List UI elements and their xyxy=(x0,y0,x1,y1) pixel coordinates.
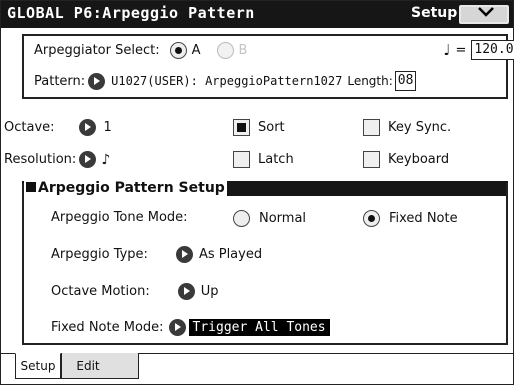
length-field[interactable]: 08 xyxy=(394,71,417,91)
fixed-note-mode-arrow-icon[interactable] xyxy=(168,319,186,336)
octave-motion-row: Octave Motion: Up xyxy=(51,283,219,300)
page-menu-button[interactable] xyxy=(459,5,509,24)
fixed-note-mode-row: Fixed Note Mode: Trigger All Tones xyxy=(51,319,330,336)
pattern-label: Pattern: xyxy=(34,73,86,89)
arpeggiator-a-label: A xyxy=(191,42,201,58)
arpeggiator-a-radio[interactable] xyxy=(169,41,187,59)
keyboard-label: Keyboard xyxy=(388,152,450,167)
keyboard-checkbox[interactable] xyxy=(363,151,380,168)
resolution-note-icon[interactable]: ♪ xyxy=(101,152,110,168)
resolution-label: Resolution: xyxy=(4,152,77,167)
tab-edit-label: Edit xyxy=(76,358,100,373)
sort-option: Sort xyxy=(233,119,285,136)
tone-mode-normal-radio[interactable] xyxy=(233,210,250,227)
fixed-note-mode-value[interactable]: Trigger All Tones xyxy=(188,319,330,336)
page-title: GLOBAL P6:Arpeggio Pattern xyxy=(7,4,255,22)
sort-checkbox[interactable] xyxy=(233,119,250,136)
arpeggio-pattern-screen: GLOBAL P6:Arpeggio Pattern Setup Arpeggi… xyxy=(0,0,514,385)
sort-label: Sort xyxy=(258,120,285,135)
tone-mode-fixed-option: Fixed Note xyxy=(363,210,458,227)
resolution-row: Resolution: ♪ xyxy=(4,151,110,168)
latch-checkbox[interactable] xyxy=(233,151,250,168)
pattern-row: Pattern: U1027(USER): ArpeggioPattern102… xyxy=(34,71,417,91)
octave-motion-value[interactable]: Up xyxy=(201,284,219,299)
arpeggio-type-row: Arpeggio Type: As Played xyxy=(51,246,262,263)
tone-mode-row: Arpeggio Tone Mode: xyxy=(51,210,188,225)
octave-value[interactable]: 1 xyxy=(104,120,112,135)
tone-mode-fixed-radio[interactable] xyxy=(363,210,380,227)
arpeggiator-select-label: Arpeggiator Select: xyxy=(34,42,160,58)
chevron-down-icon xyxy=(477,5,495,23)
arpeggio-type-arrow-icon[interactable] xyxy=(175,246,193,263)
key-sync-label: Key Sync. xyxy=(388,120,452,135)
octave-motion-arrow-icon[interactable] xyxy=(177,283,195,300)
section-title: Arpeggio Pattern Setup xyxy=(24,179,227,197)
tempo-equals: = xyxy=(455,42,467,58)
arpeggiator-select-row: Arpeggiator Select: A B ♩ = 120.00 xyxy=(34,40,514,60)
arpeggiator-box: Arpeggiator Select: A B ♩ = 120.00 Patte… xyxy=(22,34,514,99)
section-title-text: Arpeggio Pattern Setup xyxy=(38,180,225,196)
key-sync-checkbox[interactable] xyxy=(363,119,380,136)
arpeggio-type-value[interactable]: As Played xyxy=(199,247,262,262)
key-sync-option: Key Sync. xyxy=(363,119,451,136)
octave-motion-label: Octave Motion: xyxy=(51,284,150,299)
latch-option: Latch xyxy=(233,151,294,168)
keyboard-option: Keyboard xyxy=(363,151,449,168)
title-bar: GLOBAL P6:Arpeggio Pattern Setup xyxy=(1,1,513,28)
tempo-note-icon: ♩ xyxy=(443,41,451,59)
octave-row: Octave: 1 xyxy=(4,119,112,136)
latch-label: Latch xyxy=(258,152,294,167)
fixed-note-mode-label: Fixed Note Mode: xyxy=(51,320,164,335)
tone-mode-normal-label: Normal xyxy=(259,211,307,226)
arpeggiator-b-radio[interactable] xyxy=(216,41,234,59)
tone-mode-normal-option: Normal xyxy=(233,210,306,227)
arpeggio-type-label: Arpeggio Type: xyxy=(51,247,148,262)
tab-setup[interactable]: Setup xyxy=(15,353,61,379)
tab-setup-label: Setup xyxy=(20,359,56,373)
arpeggiator-b-label: B xyxy=(238,42,248,58)
resolution-arrow-icon[interactable] xyxy=(79,151,97,168)
pattern-popup-arrow-icon[interactable] xyxy=(88,72,106,90)
tone-mode-label: Arpeggio Tone Mode: xyxy=(51,210,188,225)
pattern-value[interactable]: U1027(USER): ArpeggioPattern1027 xyxy=(111,74,342,88)
tempo-field[interactable]: 120.00 xyxy=(471,40,514,60)
tone-mode-fixed-label: Fixed Note xyxy=(389,211,458,226)
page-menu-label: Setup xyxy=(411,5,458,21)
octave-arrow-icon[interactable] xyxy=(78,119,96,136)
length-label: Length: xyxy=(347,74,393,88)
octave-label: Octave: xyxy=(4,120,55,135)
section-marker-icon xyxy=(26,182,36,192)
tab-edit[interactable]: Edit xyxy=(61,353,139,379)
